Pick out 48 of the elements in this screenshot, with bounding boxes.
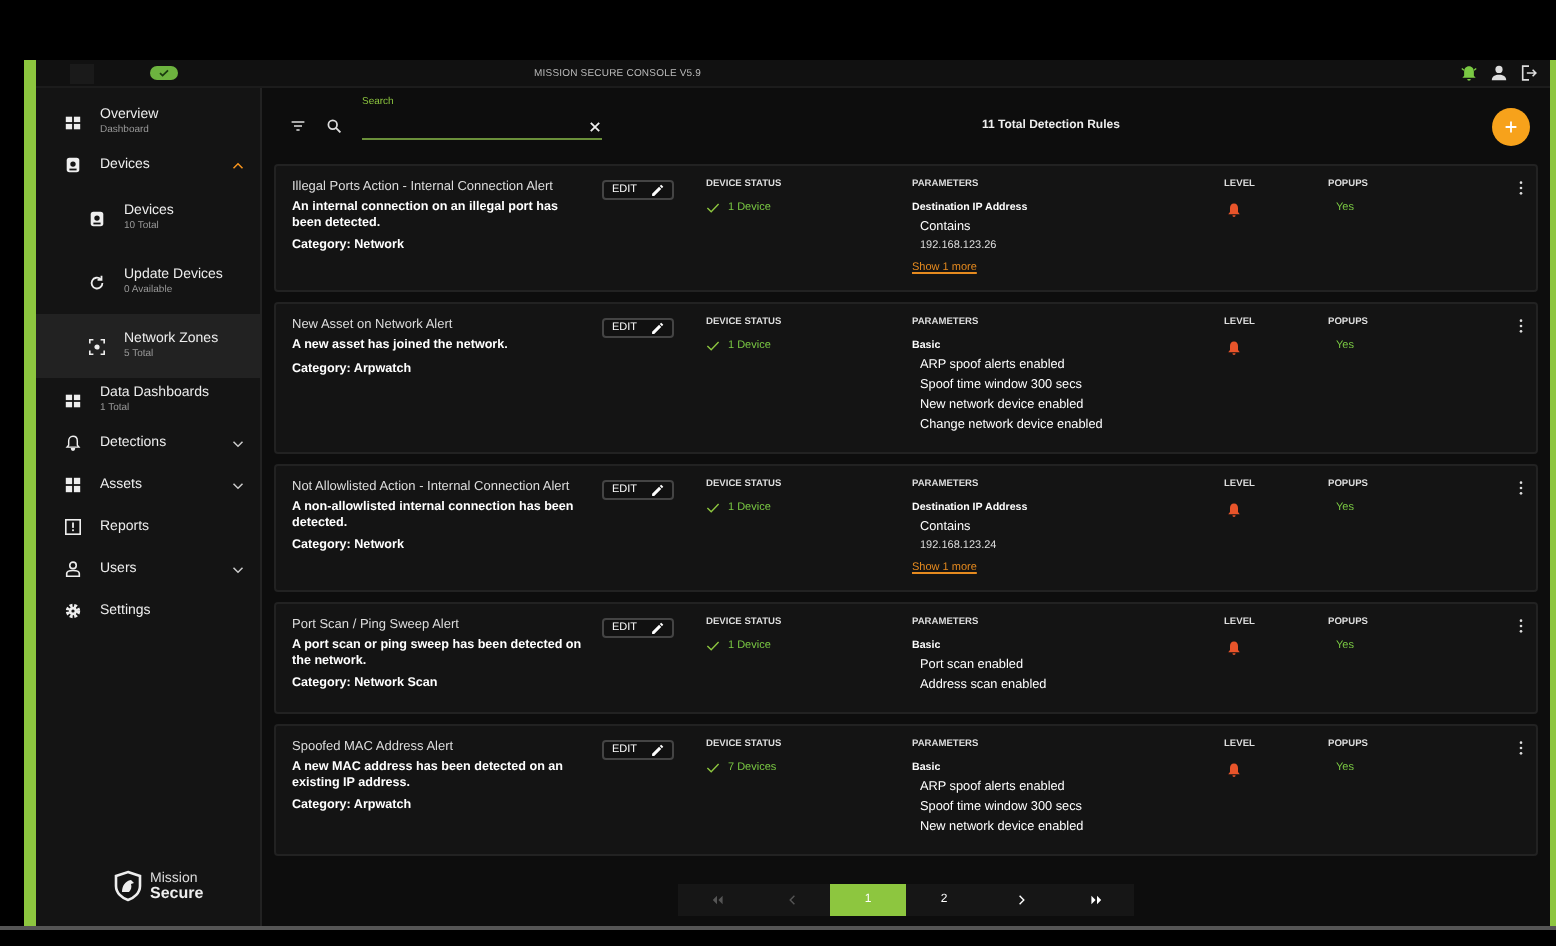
chevron-icon xyxy=(232,481,244,489)
pencil-icon xyxy=(649,183,664,197)
chevron-icon xyxy=(232,439,244,447)
pencil-icon xyxy=(649,321,664,335)
search-icon xyxy=(326,118,342,134)
bell-icon xyxy=(1226,640,1242,656)
double-chevron-right-icon xyxy=(1089,894,1103,906)
check-icon xyxy=(706,340,720,352)
grid-icon xyxy=(64,391,82,409)
user-icon xyxy=(64,560,82,578)
gear-icon xyxy=(64,602,82,620)
device-icon xyxy=(64,156,82,174)
more-options-icon[interactable] xyxy=(1518,480,1524,496)
zones-icon xyxy=(88,337,106,355)
bell-icon xyxy=(64,434,82,452)
chevron-icon xyxy=(232,161,244,169)
double-chevron-left-icon xyxy=(709,894,723,906)
update-icon xyxy=(88,273,106,291)
filter-icon[interactable] xyxy=(290,118,306,134)
report-icon xyxy=(64,518,82,536)
chevron-left-icon xyxy=(785,894,799,906)
plus-icon xyxy=(1502,117,1520,135)
check-icon xyxy=(706,502,720,514)
bell-icon xyxy=(1226,502,1242,518)
check-icon xyxy=(706,762,720,774)
chevron-icon xyxy=(232,565,244,573)
bell-icon xyxy=(1226,762,1242,778)
more-options-icon[interactable] xyxy=(1518,740,1524,756)
bell-icon xyxy=(1226,340,1242,356)
more-options-icon[interactable] xyxy=(1518,318,1524,334)
more-options-icon[interactable] xyxy=(1518,618,1524,634)
chevron-right-icon xyxy=(1013,894,1027,906)
check-icon xyxy=(706,640,720,652)
user-icon[interactable] xyxy=(1490,64,1508,82)
logout-icon[interactable] xyxy=(1520,64,1538,82)
clear-icon[interactable] xyxy=(588,119,602,133)
add-button[interactable] xyxy=(1492,107,1530,145)
pencil-icon xyxy=(649,483,664,497)
bell-icon[interactable] xyxy=(1460,64,1478,82)
assets-icon xyxy=(64,476,82,494)
pencil-icon xyxy=(649,621,664,635)
pencil-icon xyxy=(649,743,664,757)
grid-icon xyxy=(64,113,82,131)
check-icon xyxy=(706,202,720,214)
more-options-icon[interactable] xyxy=(1518,180,1524,196)
status-check-icon xyxy=(150,66,178,80)
device-icon xyxy=(88,209,106,227)
bell-icon xyxy=(1226,202,1242,218)
